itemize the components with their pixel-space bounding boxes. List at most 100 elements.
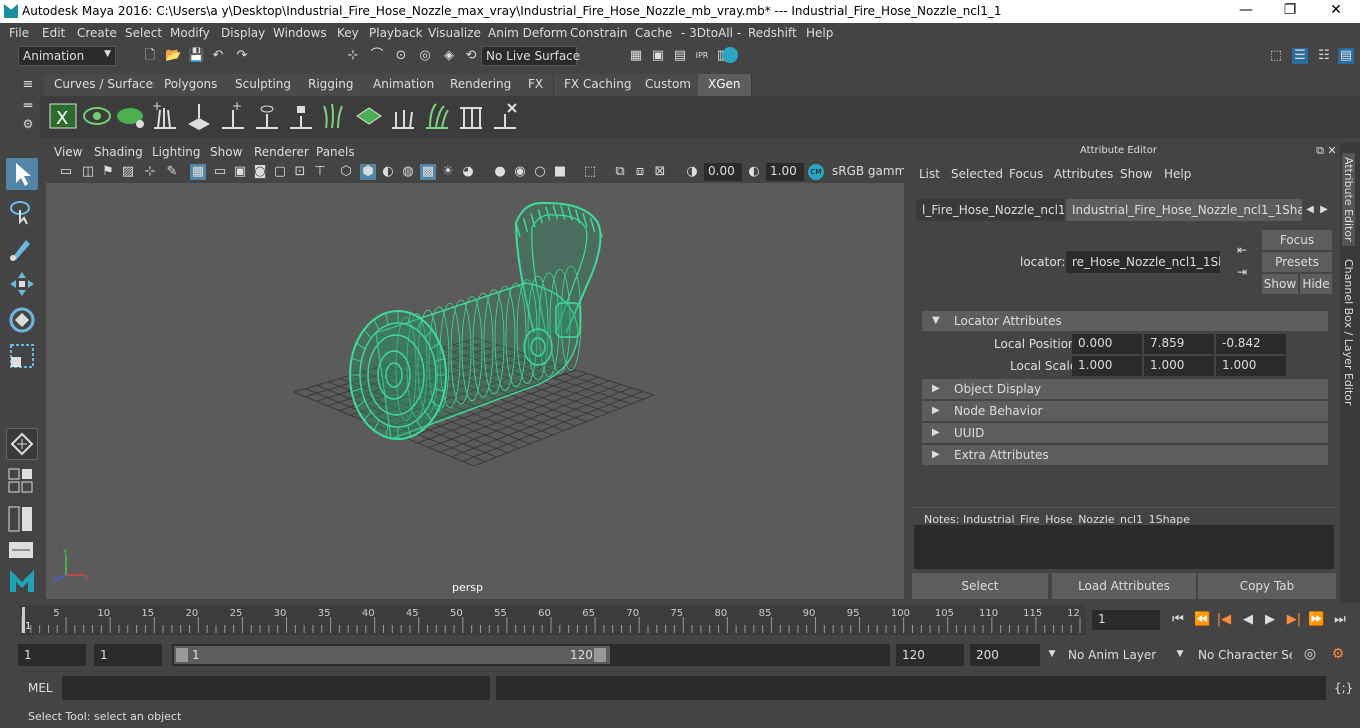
scene-start-field[interactable]: 1 (18, 644, 86, 666)
tab-custom[interactable]: Custom (635, 74, 702, 96)
step-forward-frame-icon[interactable]: ▶| (1286, 612, 1302, 628)
playback-end-field[interactable]: 120 (896, 644, 964, 666)
step-forward-key-icon[interactable]: ⏩ (1308, 612, 1324, 628)
depth-of-field-icon[interactable]: ■ (552, 164, 568, 180)
focus-button[interactable]: Focus (1262, 230, 1332, 250)
copy-tab-button[interactable]: Copy Tab (1198, 573, 1336, 599)
tab-rigging[interactable]: Rigging (298, 74, 365, 96)
undo-icon[interactable]: ↶ (210, 48, 226, 64)
tab-sculpting[interactable]: Sculpting (225, 74, 303, 96)
xgen-add-guide-icon[interactable]: + (218, 100, 248, 132)
tab-next-arrow-icon[interactable]: ▶ (1316, 202, 1332, 218)
smooth-shade-icon[interactable]: ⬢ (360, 164, 376, 180)
perspective-viewport[interactable]: x y z persp (46, 183, 904, 599)
hud-icon[interactable]: ⊠ (652, 164, 668, 180)
select-button[interactable]: Select (912, 573, 1048, 599)
menu-file[interactable]: File (9, 26, 29, 40)
step-back-frame-icon[interactable]: |◀ (1216, 612, 1232, 628)
snap-view-icon[interactable]: ◎ (417, 48, 433, 64)
play-forward-icon[interactable]: ▶ (1262, 612, 1278, 628)
step-back-key-icon[interactable]: ⏪ (1194, 612, 1210, 628)
xgen-lock-guides-icon[interactable] (286, 100, 316, 132)
local-position-y-field[interactable]: 7.859 (1144, 334, 1214, 354)
tab-polygons[interactable]: Polygons (154, 74, 229, 96)
xgen-delete-guides-icon[interactable] (490, 100, 520, 132)
tab-curves-surfaces[interactable]: Curves / Surfaces (44, 74, 171, 96)
xgen-grass-icon[interactable] (320, 100, 350, 132)
open-scene-icon[interactable]: 📂 (165, 48, 181, 64)
move-tool-icon[interactable] (6, 268, 38, 300)
menu-create[interactable]: Create (77, 26, 117, 40)
camera-attributes-icon[interactable]: ◫ (80, 164, 96, 180)
close-panel-icon[interactable]: ✕ (1324, 143, 1340, 159)
field-chart-icon[interactable]: ▢ (272, 164, 288, 180)
section-object-display[interactable]: ▶ Object Display (922, 379, 1328, 399)
tab-animation[interactable]: Animation (363, 74, 446, 96)
tab-fx-caching[interactable]: FX Caching (554, 74, 643, 96)
tool-settings-icon[interactable]: ☷ (1316, 48, 1332, 64)
camera-select-icon[interactable]: ▭ (58, 164, 74, 180)
ae-tab-transform[interactable]: l_Fire_Hose_Nozzle_ncl1_1 (916, 199, 1064, 221)
mel-command-input[interactable] (62, 676, 490, 700)
scale-tool-icon[interactable] (6, 340, 38, 372)
current-frame-field[interactable]: 1 (1092, 610, 1160, 630)
viewport-menu-view[interactable]: View (54, 145, 82, 159)
maya-home-logo-icon[interactable] (6, 564, 38, 596)
xray-components-icon[interactable]: ⧈ (632, 164, 648, 180)
menu-redshift[interactable]: Redshift (748, 26, 797, 40)
animation-preferences-icon[interactable]: ⚙ (1330, 646, 1346, 662)
gate-mask-icon[interactable]: ◙ (252, 164, 268, 180)
rotate-tool-icon[interactable] (6, 304, 38, 336)
mode-dropdown[interactable]: Animation ▼ (18, 46, 116, 66)
ae-menu-show[interactable]: Show (1120, 167, 1152, 181)
wireframe-on-shaded-icon[interactable]: ◐ (380, 164, 396, 180)
select-input-icon[interactable]: ⇤ (1234, 242, 1250, 258)
resolution-gate-icon[interactable]: ▣ (232, 164, 248, 180)
gamma-field[interactable]: 1.00 (766, 163, 804, 181)
local-position-x-field[interactable]: 0.000 (1072, 334, 1142, 354)
character-set-dropdown[interactable]: No Character Set (1192, 644, 1292, 666)
menu-select[interactable]: Select (125, 26, 162, 40)
channel-box-toggle-icon[interactable]: ▤ (1338, 48, 1354, 64)
shadows-icon[interactable]: ◕ (460, 164, 476, 180)
minimize-button[interactable]: — (1226, 2, 1266, 18)
local-scale-y-field[interactable]: 1.000 (1144, 356, 1214, 376)
local-scale-x-field[interactable]: 1.000 (1072, 356, 1142, 376)
four-view-layout-icon[interactable] (6, 466, 38, 496)
local-scale-z-field[interactable]: 1.000 (1216, 356, 1286, 376)
tab-fx[interactable]: FX (518, 74, 555, 96)
xray-joints-icon[interactable]: ⧉ (612, 164, 628, 180)
ae-tab-shape[interactable]: Industrial_Fire_Hose_Nozzle_ncl1_1Shape (1066, 199, 1302, 221)
snap-curve-icon[interactable]: ⌒ (369, 48, 385, 64)
snap-grid-icon[interactable]: ⊹ (345, 48, 361, 64)
xgen-cut-guides-icon[interactable] (456, 100, 486, 132)
viewport-menu-renderer[interactable]: Renderer (254, 145, 309, 159)
menu-edit[interactable]: Edit (42, 26, 65, 40)
xgen-leaf-icon[interactable] (116, 100, 146, 132)
load-attributes-button[interactable]: Load Attributes (1052, 573, 1196, 599)
menu-playback[interactable]: Playback (369, 26, 423, 40)
xgen-editor-icon[interactable]: X (48, 100, 78, 132)
local-position-z-field[interactable]: -0.842 (1216, 334, 1286, 354)
xgen-comb-icon[interactable] (388, 100, 418, 132)
play-backward-icon[interactable]: ◀ (1240, 612, 1256, 628)
select-tool-icon[interactable] (6, 158, 38, 190)
paint-select-tool-icon[interactable] (6, 232, 38, 264)
ae-menu-focus[interactable]: Focus (1009, 167, 1043, 181)
notes-textarea[interactable] (914, 525, 1334, 569)
ae-menu-selected[interactable]: Selected (951, 167, 1003, 181)
ipr-render-icon[interactable]: IPR (694, 48, 710, 64)
menu-windows[interactable]: Windows (273, 26, 327, 40)
script-editor-icon[interactable]: {;} (1334, 680, 1353, 696)
shelf-collapse-icon[interactable]: ═ (20, 98, 36, 114)
range-slider-end-grip[interactable] (594, 648, 606, 662)
menu-visualize[interactable]: Visualize (428, 26, 481, 40)
xray-icon[interactable]: ▩ (420, 164, 436, 180)
shelf-settings-gear-icon[interactable]: ⚙ (20, 116, 36, 132)
safe-title-icon[interactable]: ⊤ (312, 164, 328, 180)
menu-key[interactable]: Key (337, 26, 359, 40)
use-lights-icon[interactable]: ☀ (440, 164, 456, 180)
xgen-sculpt-guides-icon[interactable] (422, 100, 452, 132)
xgen-grid-icon[interactable] (354, 100, 384, 132)
outliner-layout-icon[interactable] (6, 540, 38, 560)
